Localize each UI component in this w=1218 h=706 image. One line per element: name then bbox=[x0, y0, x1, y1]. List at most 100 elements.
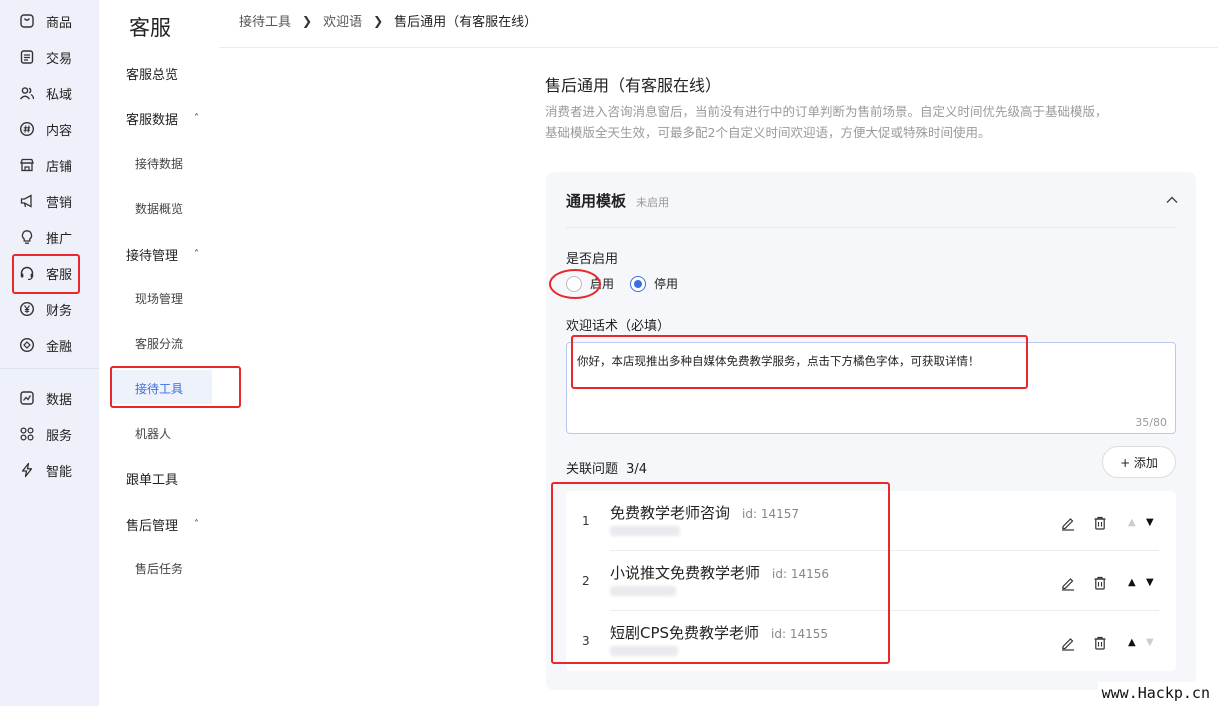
rail-item-label: 推广 bbox=[46, 231, 73, 247]
card-title: 通用模板 bbox=[566, 192, 627, 210]
enable-label: 是否启用 bbox=[566, 252, 619, 267]
trash-icon[interactable] bbox=[1092, 575, 1108, 591]
trash-icon[interactable] bbox=[1092, 635, 1108, 651]
rail-item-label: 服务 bbox=[46, 428, 73, 444]
move-down-icon[interactable]: ▼ bbox=[1146, 577, 1154, 588]
bag-icon bbox=[18, 12, 36, 30]
rail-item-trade[interactable]: 交易 bbox=[18, 46, 72, 68]
rail-item-label: 智能 bbox=[46, 464, 73, 480]
edit-icon[interactable] bbox=[1060, 635, 1076, 651]
card-header: 通用模板 未启用 bbox=[566, 190, 669, 211]
rail-item-loan[interactable]: 金融 bbox=[18, 334, 72, 356]
nav-data-overview[interactable]: 数据概览 bbox=[135, 200, 183, 217]
nav-overview[interactable]: 客服总览 bbox=[126, 64, 178, 83]
chevron-up-icon: ˄ bbox=[194, 113, 200, 124]
edit-icon[interactable] bbox=[1060, 575, 1076, 591]
page-description-line: 基础模版全天生效，可最多配2个自定义时间欢迎语，方便大促或特殊时间使用。 bbox=[545, 125, 991, 140]
nav-group-mgmt-label: 接待管理 bbox=[126, 249, 179, 264]
chevron-right-icon: ❯ bbox=[373, 13, 384, 28]
nav-group-data-label: 客服数据 bbox=[126, 113, 179, 128]
annotation-circle bbox=[549, 269, 601, 299]
rail-item-smart[interactable]: 智能 bbox=[18, 459, 72, 481]
rail-item-label: 商品 bbox=[46, 15, 73, 31]
chevron-up-icon: ˄ bbox=[194, 249, 200, 260]
rail-item-label: 店铺 bbox=[46, 159, 73, 175]
related-count: 3/4 bbox=[626, 462, 648, 477]
radio-disable-label[interactable]: 停用 bbox=[654, 275, 678, 292]
diamond-icon bbox=[18, 336, 36, 354]
nav-order-tools[interactable]: 跟单工具 bbox=[126, 469, 178, 488]
bolt-icon bbox=[18, 461, 36, 479]
rail-item-private[interactable]: 私域 bbox=[18, 82, 72, 104]
rail-item-goods[interactable]: 商品 bbox=[18, 10, 72, 32]
nav-site-mgmt[interactable]: 现场管理 bbox=[135, 290, 183, 307]
page-description-line: 消费者进入咨询消息窗后，当前没有进行中的订单判断为售前场景。自定义时间优先级高于… bbox=[545, 104, 1108, 119]
nav-group-data[interactable]: 客服数据 ˄ bbox=[126, 109, 199, 128]
rail-item-label: 数据 bbox=[46, 392, 73, 408]
rail-item-label: 金融 bbox=[46, 339, 73, 355]
subnav-title: 客服 bbox=[129, 16, 171, 40]
bulb-icon bbox=[18, 228, 36, 246]
rail-item-store[interactable]: 店铺 bbox=[18, 154, 72, 176]
trash-icon[interactable] bbox=[1092, 515, 1108, 531]
rail-item-data[interactable]: 数据 bbox=[18, 387, 72, 409]
rail-item-marketing[interactable]: 营销 bbox=[18, 190, 72, 212]
nav-group-aftersale[interactable]: 售后管理 ˄ bbox=[126, 515, 199, 534]
yuan-icon bbox=[18, 300, 36, 318]
annotation-box bbox=[551, 482, 890, 664]
header-divider bbox=[219, 47, 1218, 48]
card-divider bbox=[566, 227, 1176, 228]
edit-icon[interactable] bbox=[1060, 515, 1076, 531]
breadcrumb-welcome[interactable]: 欢迎语 bbox=[323, 11, 362, 30]
page-description: 消费者进入咨询消息窗后，当前没有进行中的订单判断为售前场景。自定义时间优先级高于… bbox=[545, 101, 1185, 143]
add-question-button[interactable]: + 添加 bbox=[1102, 446, 1176, 478]
users-icon bbox=[18, 84, 36, 102]
chevron-up-icon: ˄ bbox=[194, 519, 200, 530]
rail-item-label: 私域 bbox=[46, 87, 73, 103]
megaphone-icon bbox=[18, 192, 36, 210]
nav-diversion[interactable]: 客服分流 bbox=[135, 335, 183, 352]
chevron-right-icon: ❯ bbox=[302, 13, 313, 28]
rail-item-label: 财务 bbox=[46, 303, 73, 319]
rail-item-services[interactable]: 服务 bbox=[18, 423, 72, 445]
main-rail: 商品 交易 私域 内容 店铺 营销 推广 客服 财务 金融 数据 服务 智能 bbox=[0, 0, 99, 706]
chart-icon bbox=[18, 389, 36, 407]
rail-item-content[interactable]: 内容 bbox=[18, 118, 72, 140]
status-badge: 未启用 bbox=[636, 196, 670, 209]
nav-reception-data[interactable]: 接待数据 bbox=[135, 155, 183, 172]
annotation-box bbox=[571, 335, 1028, 389]
rail-divider bbox=[0, 368, 99, 369]
radio-disable[interactable] bbox=[630, 275, 647, 292]
grid-icon bbox=[18, 425, 36, 443]
breadcrumb: 接待工具 ❯ 欢迎语 ❯ 售后通用（有客服在线） bbox=[239, 11, 538, 31]
breadcrumb-tools[interactable]: 接待工具 bbox=[239, 11, 291, 30]
nav-robot[interactable]: 机器人 bbox=[135, 425, 171, 442]
nav-group-aftersale-label: 售后管理 bbox=[126, 519, 179, 534]
welcome-label: 欢迎话术（必填） bbox=[566, 319, 671, 334]
rail-item-label: 交易 bbox=[46, 51, 73, 67]
related-label-text: 关联问题 bbox=[566, 462, 619, 477]
hash-icon bbox=[18, 120, 36, 138]
rail-item-promotion[interactable]: 推广 bbox=[18, 226, 72, 248]
sub-nav: 客服 客服总览 客服数据 ˄ 接待数据 数据概览 接待管理 ˄ 现场管理 客服分流 … bbox=[99, 0, 219, 706]
nav-aftersale-task[interactable]: 售后任务 bbox=[135, 560, 183, 577]
move-up-icon[interactable]: ▲ bbox=[1128, 637, 1136, 648]
annotation-box bbox=[110, 366, 241, 408]
move-up-icon[interactable]: ▲ bbox=[1128, 517, 1136, 528]
breadcrumb-current: 售后通用（有客服在线） bbox=[394, 15, 538, 30]
page-title: 售后通用（有客服在线） bbox=[545, 76, 722, 95]
move-down-icon[interactable]: ▼ bbox=[1146, 637, 1154, 648]
char-counter: 35/80 bbox=[1135, 416, 1167, 429]
rail-item-label: 内容 bbox=[46, 123, 73, 139]
nav-overview-label: 客服总览 bbox=[126, 68, 179, 83]
annotation-box bbox=[12, 254, 80, 294]
move-down-icon[interactable]: ▼ bbox=[1146, 517, 1154, 528]
store-icon bbox=[18, 156, 36, 174]
document-icon bbox=[18, 48, 36, 66]
rail-item-finance[interactable]: 财务 bbox=[18, 298, 72, 320]
rail-item-label: 营销 bbox=[46, 195, 73, 211]
nav-group-mgmt[interactable]: 接待管理 ˄ bbox=[126, 245, 199, 264]
move-up-icon[interactable]: ▲ bbox=[1128, 577, 1136, 588]
chevron-up-icon[interactable] bbox=[1164, 192, 1180, 208]
watermark: www.Hackp.cn bbox=[1097, 682, 1214, 704]
